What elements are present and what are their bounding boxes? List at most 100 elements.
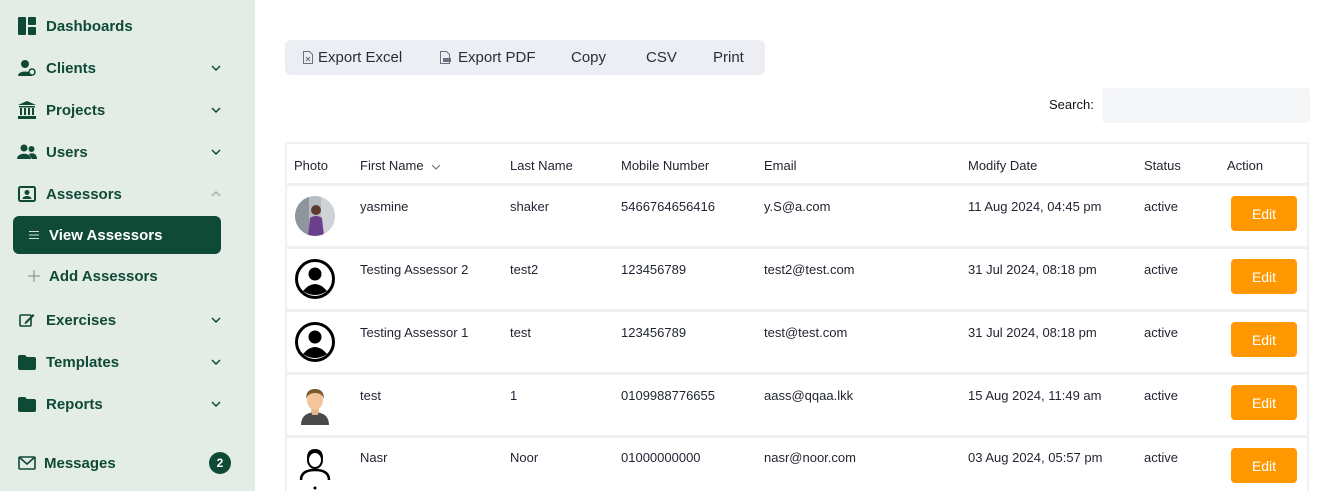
file-pdf-icon [440, 51, 452, 65]
sidebar-item-label: Users [46, 143, 88, 161]
export-excel-label: Export Excel [318, 49, 403, 66]
sidebar: Dashboards Clients Projects Users Assess… [0, 0, 255, 491]
sidebar-subitem-add-assessors[interactable]: Add Assessors [13, 257, 221, 295]
sidebar-item-projects[interactable]: Projects [0, 90, 255, 130]
edit-button[interactable]: Edit [1231, 322, 1297, 357]
email-cell: test@test.com [764, 325, 848, 340]
sidebar-subitem-label: View Assessors [49, 226, 163, 244]
status-cell: active [1144, 262, 1178, 277]
messages-count-badge: 2 [209, 452, 231, 474]
bank-icon [17, 100, 37, 120]
last-name-cell: 1 [510, 388, 518, 403]
csv-button[interactable]: CSV [646, 40, 677, 75]
sidebar-item-assessors[interactable]: Assessors [0, 174, 255, 214]
edit-button[interactable]: Edit [1231, 448, 1297, 483]
last-name-cell: Noor [510, 450, 539, 465]
status-cell: active [1144, 388, 1178, 403]
edit-button[interactable]: Edit [1231, 259, 1297, 294]
sidebar-item-clients[interactable]: Clients [0, 48, 255, 88]
export-excel-button[interactable]: Export Excel [303, 40, 402, 75]
mobile-cell: 01000000000 [621, 450, 701, 465]
sidebar-subitem-view-assessors[interactable]: View Assessors [13, 216, 221, 254]
email-cell: nasr@noor.com [764, 450, 856, 465]
export-toolbar: Export Excel Export PDF Copy CSV Print [285, 40, 765, 75]
first-name-cell: Nasr [360, 450, 388, 465]
envelope-icon [17, 453, 37, 473]
row-divider [287, 435, 1307, 438]
row-divider [287, 372, 1307, 375]
file-excel-icon [303, 51, 315, 65]
modify-date-cell: 31 Jul 2024, 08:18 pm [968, 325, 1097, 340]
export-pdf-label: Export PDF [458, 49, 536, 66]
print-button[interactable]: Print [713, 40, 744, 75]
column-header-photo: Photo [294, 158, 328, 173]
mobile-cell: 123456789 [621, 325, 687, 340]
sidebar-item-label: Reports [46, 395, 103, 413]
mobile-cell: 123456789 [621, 262, 687, 277]
modify-date-cell: 03 Aug 2024, 05:57 pm [968, 450, 1103, 465]
sidebar-item-label: Clients [46, 59, 97, 77]
chevron-down-icon [208, 60, 224, 76]
sidebar-item-reports[interactable]: Reports [0, 384, 255, 424]
column-header-modify-date: Modify Date [968, 158, 1038, 173]
column-header-mobile: Mobile Number [621, 158, 710, 173]
chevron-down-icon [208, 144, 224, 160]
sidebar-item-users[interactable]: Users [0, 132, 255, 172]
sidebar-item-label: Templates [46, 353, 120, 371]
first-name-cell: Testing Assessor 2 [360, 262, 469, 277]
modify-date-cell: 15 Aug 2024, 11:49 am [968, 388, 1102, 403]
folder-icon [17, 352, 37, 372]
last-name-cell: test2 [510, 262, 539, 277]
search-label: Search: [1049, 97, 1094, 112]
first-name-cell: Testing Assessor 1 [360, 325, 469, 340]
sidebar-item-messages[interactable]: Messages 2 [0, 443, 255, 483]
column-header-action: Action [1227, 158, 1264, 173]
user-circle-icon [295, 259, 335, 299]
sidebar-item-label: Messages [44, 454, 116, 472]
users-icon [17, 142, 37, 162]
email-cell: aass@qqaa.lkk [764, 388, 854, 403]
sidebar-item-label: Assessors [46, 185, 122, 203]
column-header-last-name: Last Name [510, 158, 573, 173]
edit-button[interactable]: Edit [1231, 385, 1297, 420]
column-header-first-name[interactable]: First Name [360, 158, 441, 173]
default-person-avatar [295, 385, 335, 425]
status-cell: active [1144, 199, 1178, 214]
plus-icon [27, 269, 41, 283]
edit-button[interactable]: Edit [1231, 196, 1297, 231]
app-root: Dashboards Clients Projects Users Assess… [0, 0, 1322, 491]
sidebar-item-templates[interactable]: Templates [0, 342, 255, 382]
status-cell: active [1144, 450, 1178, 465]
row-divider [287, 246, 1307, 249]
id-card-icon [17, 184, 37, 204]
mobile-cell: 0109988776655 [621, 388, 715, 403]
copy-label: Copy [571, 49, 607, 66]
folder-icon [17, 394, 37, 414]
column-header-label: First Name [360, 158, 424, 173]
chevron-down-icon [208, 354, 224, 370]
copy-button[interactable]: Copy [571, 40, 606, 75]
chevron-down-icon [208, 102, 224, 118]
email-cell: test2@test.com [764, 262, 855, 277]
status-cell: active [1144, 325, 1178, 340]
client-icon [17, 58, 37, 78]
sidebar-item-label: Dashboards [46, 17, 133, 35]
row-divider [287, 183, 1307, 186]
last-name-cell: shaker [510, 199, 550, 214]
modify-date-cell: 31 Jul 2024, 08:18 pm [968, 262, 1097, 277]
sidebar-item-dashboards[interactable]: Dashboards [0, 6, 255, 46]
first-name-cell: test [360, 388, 381, 403]
last-name-cell: test [510, 325, 531, 340]
export-pdf-button[interactable]: Export PDF [440, 40, 536, 75]
column-header-email: Email [764, 158, 797, 173]
search-input[interactable] [1102, 88, 1310, 123]
sidebar-item-label: Exercises [46, 311, 117, 329]
user-circle-icon [295, 322, 335, 362]
first-name-cell: yasmine [360, 199, 409, 214]
sidebar-subitem-label: Add Assessors [49, 267, 158, 285]
photo-avatar [295, 196, 335, 236]
assessors-table: Photo First Name Last Name Mobile Number… [285, 142, 1309, 491]
csv-label: CSV [646, 49, 677, 66]
sort-chevron-icon [431, 158, 441, 173]
sidebar-item-exercises[interactable]: Exercises [0, 300, 255, 340]
